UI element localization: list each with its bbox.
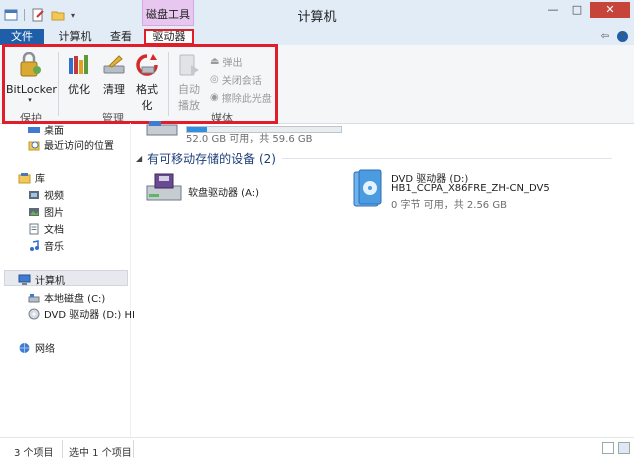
ribbon-tabs: 文件 计算机 查看 驱动器 — [0, 29, 634, 45]
tab-file[interactable]: 文件 — [0, 29, 44, 45]
group-header-line — [282, 158, 612, 159]
annotation-highlight-box — [2, 44, 278, 124]
recent-places-icon — [28, 141, 40, 150]
nav-item-local-disk[interactable]: 本地磁盘 (C:) — [28, 290, 105, 305]
tab-drive-tools[interactable]: 驱动器 — [144, 29, 194, 45]
dvd-disc-icon[interactable] — [350, 168, 386, 210]
nav-item-label: DVD 驱动器 (D:) HI — [44, 310, 135, 321]
minimize-ribbon-icon[interactable]: ⇦ — [601, 31, 609, 42]
status-selected-count: 选中 1 个项目 — [69, 448, 132, 459]
floppy-drive-label[interactable]: 软盘驱动器 (A:) — [188, 184, 259, 199]
hard-drive-icon — [28, 293, 40, 302]
nav-item-dvd-drive[interactable]: DVD 驱动器 (D:) HI — [28, 306, 135, 321]
large-icons-view-icon[interactable] — [618, 442, 630, 454]
close-button[interactable]: ✕ — [590, 2, 630, 18]
nav-item-label: 网络 — [35, 344, 55, 355]
nav-item-label: 库 — [35, 174, 45, 185]
nav-item-libraries[interactable]: 库 — [18, 170, 45, 185]
view-switcher — [602, 442, 630, 454]
dvd-volume-label: HB1_CCPA_X86FRE_ZH-CN_DV5 — [391, 183, 550, 194]
nav-item-label: 本地磁盘 (C:) — [44, 294, 106, 305]
nav-item-label: 文档 — [44, 225, 64, 236]
nav-item-pictures[interactable]: 图片 — [28, 204, 64, 219]
nav-item-desktop[interactable]: 桌面 — [28, 122, 64, 137]
documents-icon — [29, 223, 39, 234]
dvd-space: 0 字节 可用，共 2.56 GB — [391, 200, 507, 211]
window-controls: — □ ✕ — [542, 2, 630, 18]
nav-item-label: 桌面 — [44, 126, 64, 137]
libraries-icon — [18, 172, 31, 183]
group-header-label: 有可移动存储的设备 (2) — [147, 152, 276, 166]
minimize-button[interactable]: — — [542, 2, 564, 18]
nav-item-recent[interactable]: 最近访问的位置 — [28, 137, 114, 152]
ribbon-tab-icons: ⇦ ? — [601, 31, 628, 42]
nav-item-label: 最近访问的位置 — [44, 141, 114, 152]
nav-item-label: 视频 — [44, 191, 64, 202]
local-disk-icon[interactable] — [145, 121, 181, 139]
group-header-removable[interactable]: ◢ 有可移动存储的设备 (2) — [136, 150, 276, 167]
videos-icon — [29, 190, 39, 199]
network-icon — [19, 342, 30, 353]
computer-icon — [18, 274, 31, 285]
floppy-drive-icon[interactable] — [145, 172, 183, 206]
status-separator — [133, 440, 134, 458]
tab-view[interactable]: 查看 — [104, 29, 138, 45]
desktop-icon — [28, 126, 40, 133]
nav-item-documents[interactable]: 文档 — [28, 221, 64, 236]
tab-computer[interactable]: 计算机 — [52, 29, 98, 45]
nav-item-label: 音乐 — [44, 242, 64, 253]
maximize-button[interactable]: □ — [566, 2, 588, 18]
nav-item-label: 图片 — [44, 208, 64, 219]
window-title: 计算机 — [297, 10, 337, 25]
nav-item-videos[interactable]: 视频 — [28, 187, 64, 202]
music-icon — [30, 239, 39, 251]
nav-item-music[interactable]: 音乐 — [28, 238, 64, 253]
nav-item-label: 计算机 — [35, 276, 65, 287]
status-separator — [62, 440, 63, 458]
status-item-count: 3 个项目 — [14, 448, 54, 459]
nav-item-network[interactable]: 网络 — [18, 340, 55, 355]
pane-splitter[interactable] — [130, 123, 131, 437]
help-icon[interactable]: ? — [617, 31, 628, 42]
nav-item-computer[interactable]: 计算机 — [18, 272, 65, 287]
dvd-drive-icon — [28, 308, 40, 319]
collapse-chevron-icon: ◢ — [136, 154, 143, 163]
c-drive-space: 52.0 GB 可用，共 59.6 GB — [186, 134, 313, 145]
details-view-icon[interactable] — [602, 442, 614, 454]
pictures-icon — [29, 207, 39, 216]
